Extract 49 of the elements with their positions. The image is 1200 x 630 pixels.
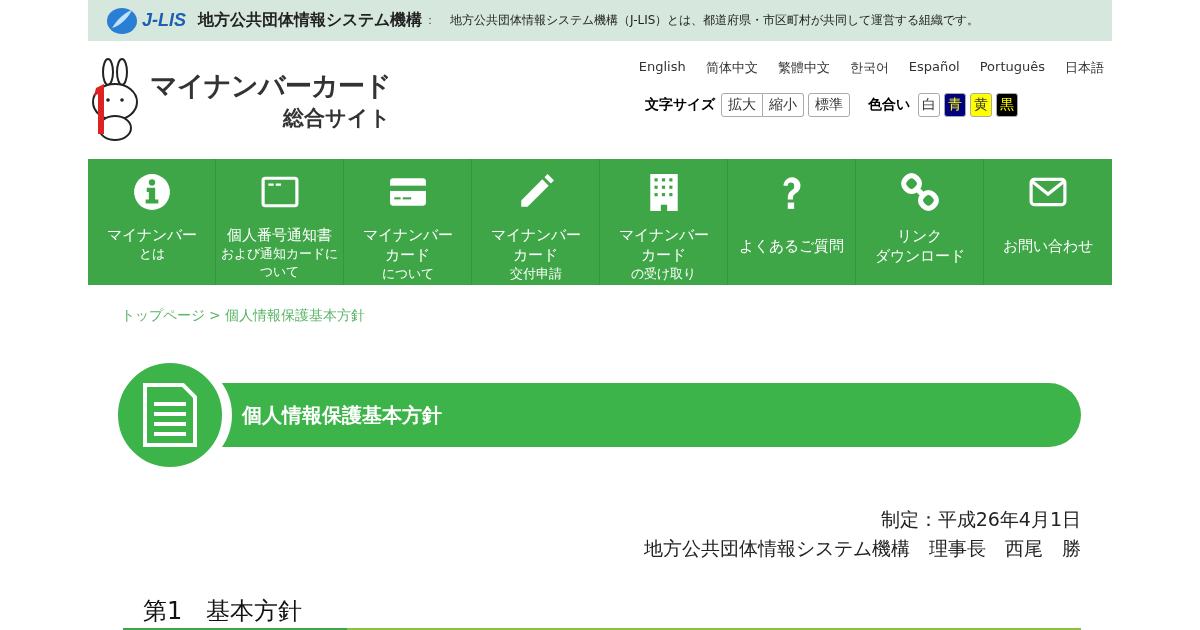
language-link[interactable]: Español xyxy=(908,59,960,77)
nav-label: ダウンロード xyxy=(874,246,965,266)
nav-sublabel: 交付申請 xyxy=(508,265,563,283)
section-heading: 第1 基本方針 xyxy=(142,596,304,626)
color-scheme-button[interactable]: 黄 xyxy=(970,93,992,117)
nav-label: カード xyxy=(384,245,431,265)
font-size-button[interactable]: 縮小 xyxy=(763,93,804,117)
org-name[interactable]: 地方公共団体情報システム機構 xyxy=(198,10,422,31)
nav-label: よくあるご質問 xyxy=(739,236,844,256)
nav-label: マイナンバー xyxy=(618,225,709,245)
nav-sublabel: とは xyxy=(137,245,166,263)
language-link[interactable]: 日本語 xyxy=(1065,59,1104,77)
language-link[interactable]: 한국어 xyxy=(849,59,889,77)
document-icon xyxy=(141,382,199,448)
page-title: 個人情報保護基本方針 xyxy=(222,383,1081,447)
separator-text: ： xyxy=(424,12,436,29)
nav-sublabel: の受け取り xyxy=(630,265,697,283)
language-link[interactable]: 繁體中文 xyxy=(777,59,830,77)
nav-label: お問い合わせ xyxy=(1003,236,1093,256)
chain-link-icon xyxy=(900,173,939,211)
color-scheme-button[interactable]: 黒 xyxy=(996,93,1018,117)
font-size-label: 文字サイズ xyxy=(645,96,715,114)
font-size-button[interactable]: 標準 xyxy=(808,93,850,117)
swirl-logo-icon xyxy=(106,5,138,36)
language-link[interactable]: English xyxy=(638,59,686,77)
color-scheme-button[interactable]: 白 xyxy=(918,93,940,117)
nav-label: カード xyxy=(640,245,687,265)
breadcrumb-separator: > xyxy=(209,307,221,325)
nav-label: 個人番号通知書 xyxy=(226,225,333,245)
nav-label: マイナンバー xyxy=(362,225,453,245)
enactment-text: 制定：平成26年4月1日 xyxy=(880,507,1081,532)
font-size-button[interactable]: 拡大 xyxy=(721,93,763,117)
nav-label: カード xyxy=(512,245,559,265)
site-title[interactable]: マイナンバーカード xyxy=(150,68,391,104)
nav-sublabel: について xyxy=(380,265,435,283)
color-scheme-label: 色合い xyxy=(868,96,910,114)
nav-sublabel: および通知カードについて xyxy=(220,245,339,281)
breadcrumb-current: 個人情報保護基本方針 xyxy=(224,307,365,325)
org-description: 地方公共団体情報システム機構（J-LIS）とは、都道府県・市区町村が共同して運営する組織です。 xyxy=(450,12,980,29)
enactment-text: 地方公共団体情報システム機構 理事長 西尾 勝 xyxy=(644,536,1081,561)
language-link[interactable]: 简体中文 xyxy=(705,59,758,77)
site-subtitle: 総合サイト xyxy=(283,105,391,132)
info-icon xyxy=(132,173,171,211)
nav-label: マイナンバー xyxy=(490,225,581,245)
nav-label: リンク xyxy=(896,226,943,246)
nav-label: マイナンバー xyxy=(106,225,197,245)
logo-text: J-LIS xyxy=(142,10,186,31)
color-scheme-button[interactable]: 青 xyxy=(944,93,966,117)
language-link[interactable]: Português xyxy=(979,59,1045,77)
